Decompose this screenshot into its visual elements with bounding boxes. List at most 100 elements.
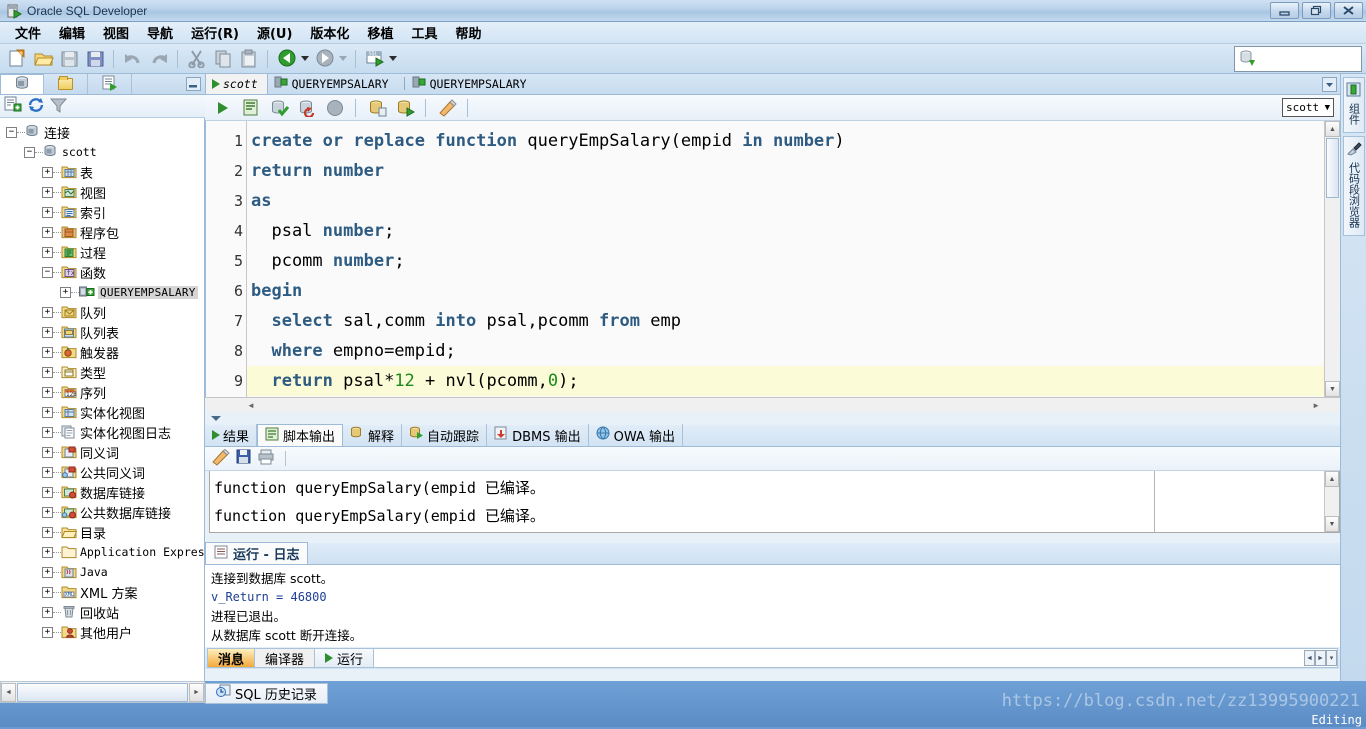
hscroll-right-arrow[interactable]: ►: [1312, 401, 1320, 410]
expand-toggle-icon[interactable]: +: [42, 626, 53, 638]
scroll-up-arrow[interactable]: ▲: [1325, 121, 1340, 137]
code-line[interactable]: psal number;: [247, 216, 1324, 246]
paste-button[interactable]: [237, 47, 261, 71]
sql-history-tab[interactable]: SQL 历史记录: [205, 682, 328, 704]
code-text-area[interactable]: create or replace function queryEmpSalar…: [246, 121, 1324, 397]
run-statement-button[interactable]: [211, 96, 235, 120]
tree-node[interactable]: + Application Express: [0, 542, 204, 562]
expand-toggle-icon[interactable]: +: [42, 426, 53, 438]
script-output-body[interactable]: function queryEmpSalary(empid 已编译。 functi…: [209, 471, 1340, 533]
right-dock-tab-components[interactable]: 组件: [1342, 77, 1365, 133]
scroll-thumb[interactable]: [1326, 138, 1339, 198]
clear-button[interactable]: [435, 96, 459, 120]
editor-tab-menu-button[interactable]: [1322, 77, 1337, 92]
save-all-button[interactable]: [83, 47, 107, 71]
connection-select[interactable]: scott ▼: [1282, 98, 1334, 117]
tree-node[interactable]: + 程序包: [0, 222, 204, 242]
expand-toggle-icon[interactable]: +: [42, 506, 53, 518]
bottom-tab-compiler[interactable]: 编译器: [254, 648, 316, 668]
menu-item-run[interactable]: 运行(R): [182, 21, 248, 44]
commit-button[interactable]: [267, 96, 291, 120]
minimize-button[interactable]: [1270, 2, 1299, 19]
scroll-down-arrow[interactable]: ▼: [1325, 381, 1340, 397]
output-tab-results[interactable]: 结果: [205, 424, 258, 446]
code-line[interactable]: where empno=empid;: [247, 336, 1324, 366]
expand-toggle-icon[interactable]: +: [42, 526, 53, 538]
connections-tab[interactable]: [0, 74, 44, 94]
expand-toggle-icon[interactable]: +: [42, 186, 53, 198]
expand-toggle-icon[interactable]: +: [42, 366, 53, 378]
output-scroll-up-arrow[interactable]: ▲: [1325, 471, 1339, 487]
left-dock-minimize-button[interactable]: [186, 77, 201, 91]
tree-node[interactable]: + 触发器: [0, 342, 204, 362]
navigate-back-button[interactable]: [275, 47, 299, 71]
expand-toggle-icon[interactable]: +: [42, 486, 53, 498]
tree-scroll-right-arrow[interactable]: ►: [189, 682, 204, 702]
tree-node[interactable]: + 目录: [0, 522, 204, 542]
log-scroll-left-arrow[interactable]: ◄: [1304, 650, 1315, 666]
splitter-caret-icon[interactable]: [211, 416, 221, 421]
tree-node[interactable]: + 实体化视图日志: [0, 422, 204, 442]
expand-toggle-icon[interactable]: +: [60, 286, 71, 298]
tree-node[interactable]: − scott: [0, 142, 204, 162]
hscroll-left-arrow[interactable]: ◄: [247, 401, 255, 410]
code-editor[interactable]: 123456789 create or replace function que…: [205, 121, 1340, 397]
tree-node[interactable]: + 类型: [0, 362, 204, 382]
code-line[interactable]: pcomm number;: [247, 246, 1324, 276]
bottom-tab-run[interactable]: 运行: [314, 648, 375, 668]
output-tab-owa-output[interactable]: OWA 输出: [589, 424, 683, 446]
tree-node[interactable]: + 表: [0, 162, 204, 182]
tree-node[interactable]: + QUERYEMPSALARY: [0, 282, 204, 302]
navigate-forward-dropdown-caret[interactable]: [339, 56, 347, 61]
bottom-tab-messages[interactable]: 消息: [207, 648, 256, 668]
menu-item-source[interactable]: 源(U): [248, 21, 301, 44]
expand-toggle-icon[interactable]: +: [42, 586, 53, 598]
tree-node[interactable]: − fx 函数: [0, 262, 204, 282]
expand-toggle-icon[interactable]: +: [42, 446, 53, 458]
expand-toggle-icon[interactable]: +: [42, 606, 53, 618]
output-vertical-scrollbar[interactable]: ▲ ▼: [1324, 471, 1339, 532]
tree-node[interactable]: + 队列: [0, 302, 204, 322]
files-tab[interactable]: [44, 74, 88, 94]
tree-node[interactable]: + 过程: [0, 242, 204, 262]
expand-toggle-icon[interactable]: +: [42, 406, 53, 418]
tree-node[interactable]: − 连接: [0, 122, 204, 142]
tree-node[interactable]: + 同义词: [0, 442, 204, 462]
output-tab-script-output[interactable]: 脚本输出: [257, 424, 344, 446]
output-scroll-track[interactable]: [1325, 487, 1339, 516]
code-horizontal-scrollbar[interactable]: ◄ ►: [205, 397, 1340, 412]
collapse-toggle-icon[interactable]: −: [24, 146, 35, 158]
output-tab-explain[interactable]: 解释: [343, 424, 403, 446]
undo-button[interactable]: [121, 47, 145, 71]
menu-item-edit[interactable]: 编辑: [50, 21, 94, 44]
open-folder-button[interactable]: [31, 47, 55, 71]
tree-node[interactable]: + 队列表: [0, 322, 204, 342]
code-line[interactable]: begin: [247, 276, 1324, 306]
connections-tree[interactable]: − 连接 − scott + 表 + 视图 + 索引 + 程序包 + 过程 − fx 函数 + QUERYEMPSA…: [0, 118, 205, 681]
expand-toggle-icon[interactable]: +: [42, 546, 53, 558]
output-tab-autotrace[interactable]: 自动跟踪: [402, 424, 488, 446]
reports-tab[interactable]: [88, 74, 132, 94]
tree-node[interactable]: +123 序列: [0, 382, 204, 402]
tree-node[interactable]: + 回收站: [0, 602, 204, 622]
expand-toggle-icon[interactable]: +: [42, 386, 53, 398]
tree-node[interactable]: + 公共数据库链接: [0, 502, 204, 522]
navigate-back-dropdown-caret[interactable]: [301, 56, 309, 61]
expand-toggle-icon[interactable]: +: [42, 566, 53, 578]
cut-button[interactable]: [185, 47, 209, 71]
output-log-splitter[interactable]: [205, 533, 1340, 543]
redo-button[interactable]: [147, 47, 171, 71]
tree-scroll-thumb[interactable]: [17, 682, 188, 702]
new-connection-icon[interactable]: [4, 96, 22, 116]
editor-tab-scott[interactable]: scott: [205, 73, 268, 94]
right-dock-tab-snippets[interactable]: 代码段浏览器: [1342, 136, 1365, 236]
copy-button[interactable]: [211, 47, 235, 71]
code-line[interactable]: return number: [247, 156, 1324, 186]
expand-toggle-icon[interactable]: +: [42, 346, 53, 358]
expand-toggle-icon[interactable]: +: [42, 326, 53, 338]
code-vertical-scrollbar[interactable]: ▲ ▼: [1324, 121, 1340, 397]
expand-toggle-icon[interactable]: +: [42, 226, 53, 238]
navigate-forward-button[interactable]: [313, 47, 337, 71]
sql-history-button[interactable]: [365, 96, 389, 120]
collapse-toggle-icon[interactable]: −: [42, 266, 53, 278]
